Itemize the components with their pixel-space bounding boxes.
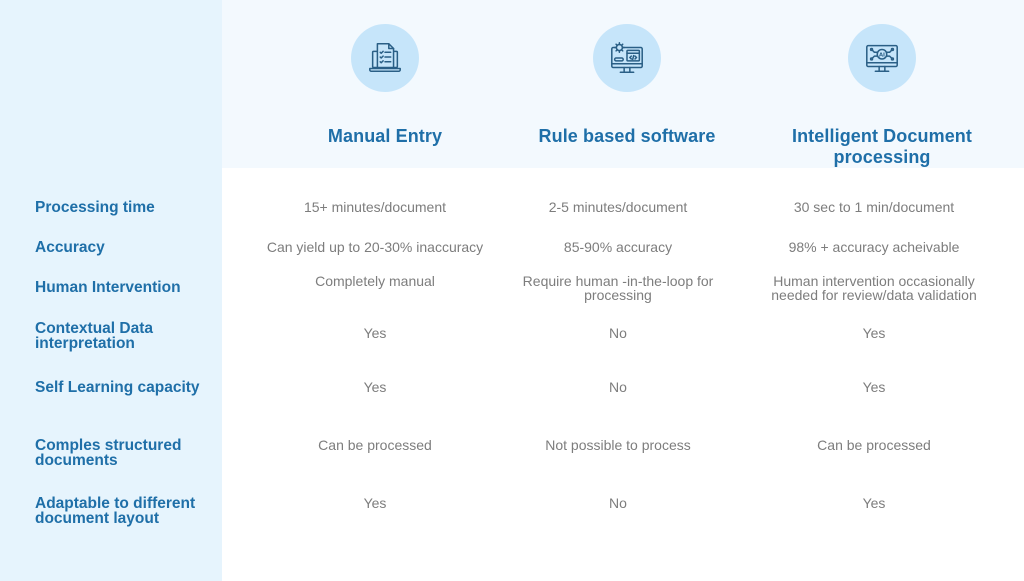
column-header-manual-entry: Manual Entry	[255, 0, 515, 168]
row-label-human-intervention: Human Intervention	[35, 279, 181, 296]
cell-rule-accuracy: 85-90% accuracy	[563, 239, 673, 255]
cell-idp-human-intervention: Human intervention occasionally needed f…	[771, 273, 977, 303]
svg-text:AI: AI	[879, 52, 885, 58]
row-label-complex-structured-documents: Comples structured documents	[35, 437, 182, 469]
monitor-ai-circuit-icon: AI	[848, 24, 916, 92]
laptop-document-checklist-icon	[351, 24, 419, 92]
cell-rule-adaptable: No	[609, 495, 627, 511]
row-label-adaptable-layout: Adaptable to different document layout	[35, 495, 196, 527]
column-title: Intelligent Document processing	[791, 126, 972, 167]
cell-rule-complex-docs: Not possible to process	[545, 437, 691, 453]
cell-idp-complex-docs: Can be processed	[817, 437, 931, 453]
cell-rule-human-intervention: Require human -in-the-loop for processin…	[522, 273, 714, 303]
row-label-contextual-data-interpretation: Contextual Data interpretation	[35, 320, 153, 352]
cell-manual-accuracy: Can yield up to 20-30% inaccuracy	[266, 239, 484, 255]
cell-rule-contextual: No	[609, 325, 627, 341]
cell-manual-human-intervention: Completely manual	[315, 273, 435, 289]
row-label-processing-time: Processing time	[35, 199, 155, 216]
cell-rule-processing-time: 2-5 minutes/document	[548, 199, 688, 215]
row-label-accuracy: Accuracy	[35, 239, 105, 256]
cell-manual-contextual: Yes	[363, 325, 387, 341]
column-header-intelligent-document-processing: AI Intelligent Document processing	[752, 0, 1012, 168]
row-label-self-learning-capacity: Self Learning capacity	[35, 379, 200, 396]
column-header-rule-based-software: Rule based software	[497, 0, 757, 168]
cell-idp-contextual: Yes	[862, 325, 886, 341]
cell-idp-processing-time: 30 sec to 1 min/document	[793, 199, 955, 215]
cell-idp-accuracy: 98% + accuracy acheivable	[788, 239, 960, 255]
column-title: Manual Entry	[327, 126, 443, 146]
cell-manual-processing-time: 15+ minutes/document	[303, 199, 447, 215]
monitor-gear-code-icon	[593, 24, 661, 92]
cell-manual-adaptable: Yes	[363, 495, 387, 511]
cell-idp-adaptable: Yes	[862, 495, 886, 511]
cell-rule-self-learning: No	[609, 379, 627, 395]
cell-idp-self-learning: Yes	[862, 379, 886, 395]
column-title: Rule based software	[538, 126, 716, 146]
cell-manual-self-learning: Yes	[363, 379, 387, 395]
cell-manual-complex-docs: Can be processed	[318, 437, 432, 453]
